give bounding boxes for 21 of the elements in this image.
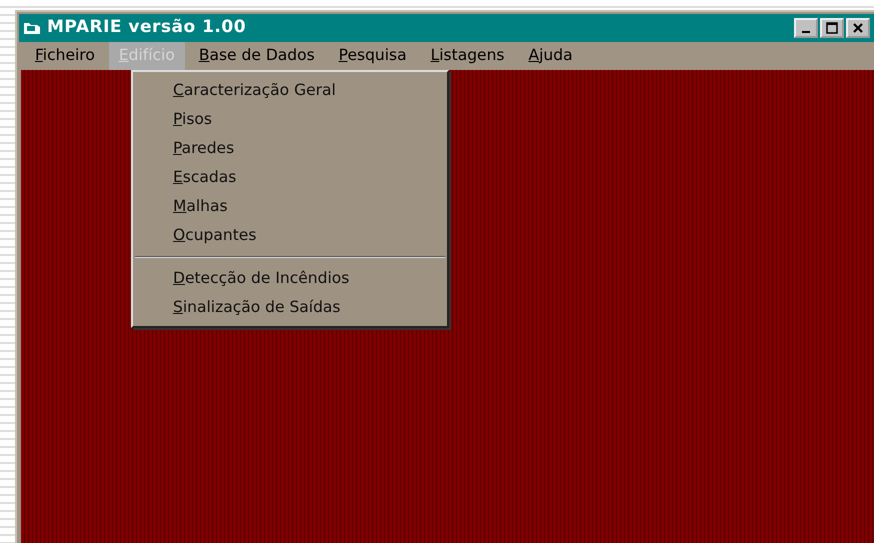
menu-item[interactable]: Ajuda bbox=[518, 42, 583, 70]
dropdown-item[interactable]: Pisos bbox=[133, 105, 447, 134]
dropdown-item[interactable]: Ocupantes bbox=[133, 221, 447, 250]
minimize-button[interactable] bbox=[794, 18, 818, 38]
dropdown-item[interactable]: Detecção de Incêndios bbox=[133, 264, 447, 293]
close-button[interactable] bbox=[846, 18, 870, 38]
menu-item[interactable]: Listagens bbox=[420, 42, 514, 70]
dropdown-item[interactable]: Malhas bbox=[133, 192, 447, 221]
minimize-icon bbox=[802, 31, 810, 33]
menu-item[interactable]: Ficheiro bbox=[25, 42, 105, 70]
dropdown-item[interactable]: Caracterização Geral bbox=[133, 76, 447, 105]
menu-item[interactable]: Pesquisa bbox=[328, 42, 417, 70]
close-icon bbox=[852, 22, 864, 34]
window-title: MPARIE versão 1.00 bbox=[47, 16, 246, 40]
app-icon bbox=[23, 20, 41, 36]
dropdown-item[interactable]: Paredes bbox=[133, 134, 447, 163]
dropdown-item[interactable]: Sinalização de Saídas bbox=[133, 293, 447, 322]
maximize-button[interactable] bbox=[820, 18, 844, 38]
maximize-icon bbox=[826, 22, 838, 34]
dropdown-item[interactable]: Escadas bbox=[133, 163, 447, 192]
menu-item[interactable]: Base de Dados bbox=[188, 42, 325, 70]
